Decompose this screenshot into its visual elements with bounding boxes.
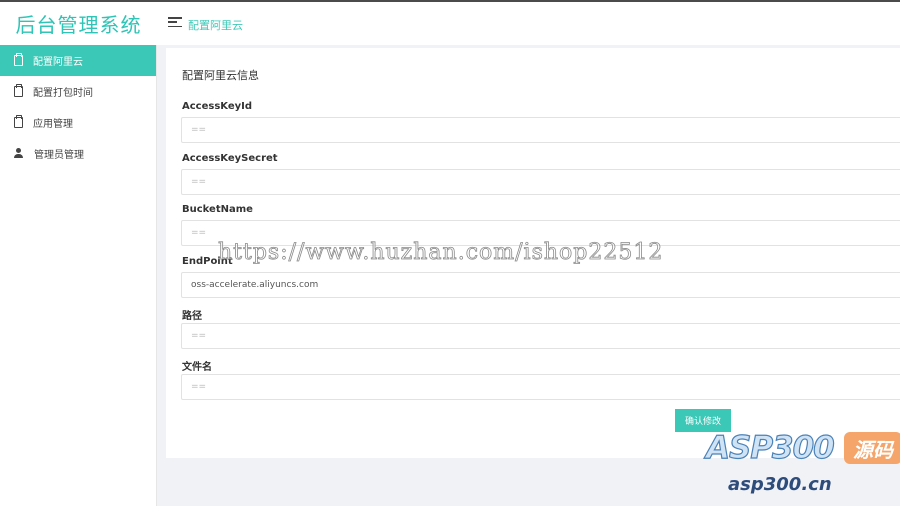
sidebar-item-admin-management[interactable]: 管理员管理 [0,138,156,169]
sidebar-item-aliyun-config[interactable]: 配置阿里云 [0,45,156,76]
path-label: 路径 [182,311,202,322]
config-form-card: 配置阿里云信息 AccessKeyId AccessKeySecret Buck… [166,48,900,458]
bucket-name-input[interactable] [181,220,900,246]
menu-toggle-icon[interactable] [168,15,182,29]
access-key-id-input[interactable] [181,117,900,143]
endpoint-input[interactable] [181,272,900,298]
sidebar: 配置阿里云 配置打包时间 应用管理 管理员管理 [0,45,157,506]
app-root: 后台管理系统 配置阿里云 配置阿里云 配置打包时间 应用管理 管理员管理 配置阿… [0,0,900,506]
top-header: 后台管理系统 配置阿里云 [0,0,900,45]
filename-input[interactable] [181,374,900,400]
clipboard-icon [14,84,23,97]
sidebar-item-label: 应用管理 [33,119,73,130]
form-title: 配置阿里云信息 [182,69,259,82]
access-key-id-label: AccessKeyId [182,101,253,112]
breadcrumb: 配置阿里云 [188,19,243,32]
sidebar-item-label: 配置打包时间 [33,88,93,99]
path-input[interactable] [181,323,900,349]
endpoint-label: EndPoint [182,256,233,267]
brand-title: 后台管理系统 [15,13,142,37]
clipboard-icon [14,115,23,128]
asp300-domain: asp300.cn [728,474,832,495]
sidebar-item-pack-time[interactable]: 配置打包时间 [0,76,156,107]
sidebar-item-label: 管理员管理 [34,150,84,161]
filename-label: 文件名 [182,362,212,373]
sidebar-item-label: 配置阿里云 [33,57,83,68]
clipboard-icon [14,53,23,66]
access-key-secret-label: AccessKeySecret [182,153,278,164]
access-key-secret-input[interactable] [181,169,900,195]
bucket-name-label: BucketName [182,204,253,215]
sidebar-item-app-management[interactable]: 应用管理 [0,107,156,138]
user-icon [14,148,24,159]
confirm-modify-button[interactable]: 确认修改 [675,409,731,432]
